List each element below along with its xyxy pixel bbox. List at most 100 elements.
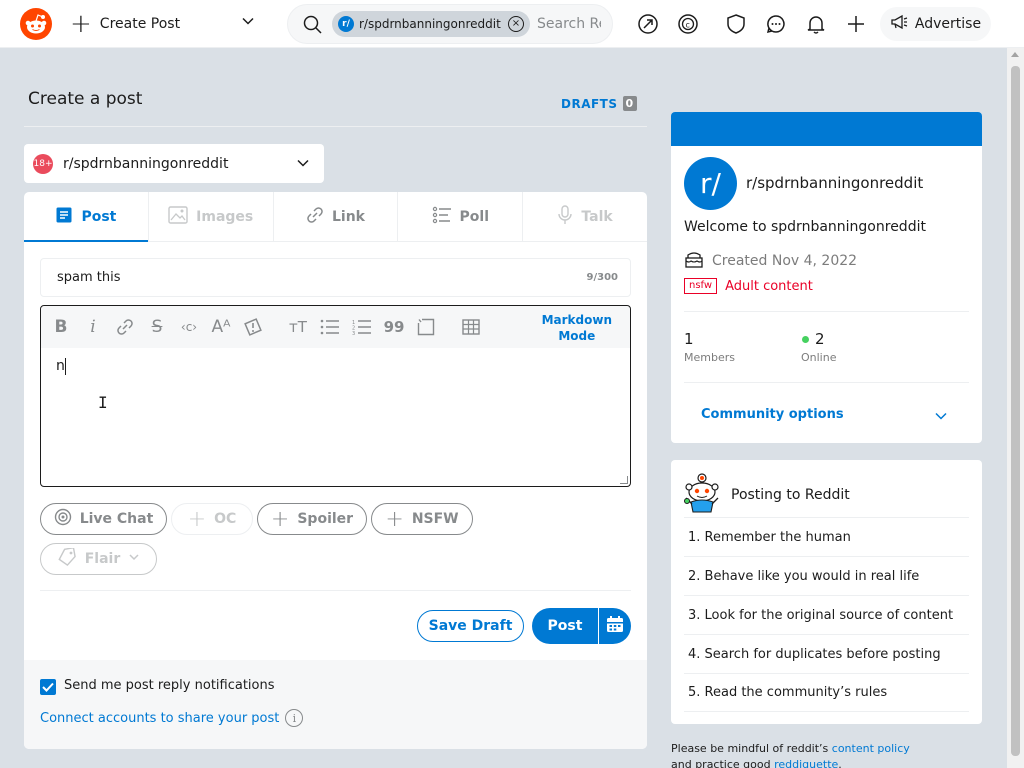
spoiler-icon[interactable]	[241, 316, 265, 338]
link-icon[interactable]	[113, 316, 137, 338]
community-banner	[671, 112, 982, 146]
chat-icon[interactable]	[764, 12, 788, 36]
nsfw-label: NSFW	[411, 511, 459, 527]
bulleted-list-icon[interactable]	[318, 316, 342, 338]
advertise-label: Advertise	[914, 16, 982, 32]
chevron-down-icon	[296, 156, 310, 174]
link-icon	[306, 206, 324, 228]
notification-bell-icon[interactable]	[804, 12, 828, 36]
tab-talk[interactable]: Talk	[523, 192, 647, 241]
community-welcome: Welcome to spdrnbanningonreddit	[684, 219, 926, 235]
live-chat-label: Live Chat	[79, 511, 154, 527]
divider	[684, 382, 969, 383]
post-title-value: spam this	[57, 270, 121, 285]
notifications-label: Send me post reply notifications	[64, 678, 275, 693]
search-bar[interactable]: r/ r/spdrnbanningonreddit × Search Reddi…	[287, 4, 613, 44]
adult-content-label: Adult content	[725, 278, 813, 294]
heading-icon[interactable]: ᴛT	[286, 316, 310, 338]
megaphone-icon	[890, 14, 908, 34]
tab-images-label: Images	[196, 208, 254, 225]
scroll-up-icon[interactable]	[1011, 52, 1019, 57]
online-count-value: 2	[815, 330, 825, 348]
community-name[interactable]: r/spdrnbanningonreddit	[746, 174, 923, 192]
table-icon[interactable]	[459, 316, 483, 338]
quote-block-icon[interactable]: 99	[382, 316, 406, 338]
cake-icon	[684, 250, 704, 272]
chevron-down-icon[interactable]	[241, 14, 255, 32]
scroll-thumb[interactable]	[1011, 66, 1020, 756]
policy-note-text: Please be mindful of reddit’s	[671, 742, 832, 755]
coins-icon[interactable]: c	[676, 12, 700, 36]
rule-item: 4. Search for duplicates before posting	[684, 634, 969, 673]
rule-item: 1. Remember the human	[684, 517, 969, 556]
plus-icon: +	[270, 506, 290, 532]
tab-poll[interactable]: Poll	[398, 192, 524, 241]
post-type-tabs: Post Images Link Poll Talk	[24, 192, 647, 242]
online-dot-icon	[802, 335, 809, 343]
community-options-toggle[interactable]: Community options	[701, 407, 844, 422]
search-community-chip[interactable]: r/ r/spdrnbanningonreddit ×	[332, 11, 530, 37]
resize-handle-icon[interactable]	[620, 476, 628, 484]
markdown-mode-button[interactable]: Markdown Mode	[542, 312, 612, 344]
adult-content-badge: nsfw Adult content	[684, 278, 813, 294]
chevron-down-icon[interactable]	[934, 408, 948, 427]
content-policy-note: Please be mindful of reddit’s content po…	[671, 741, 910, 768]
created-date: Created Nov 4, 2022	[712, 253, 858, 269]
post-composer-card: Post Images Link Poll Talk spam this 9/3…	[24, 192, 647, 749]
community-created: Created Nov 4, 2022	[684, 250, 857, 272]
strikethrough-icon[interactable]: S	[145, 316, 169, 338]
post-title-input[interactable]: spam this 9/300	[40, 258, 631, 297]
online-label: Online	[801, 351, 837, 364]
nsfw-button[interactable]: + NSFW	[371, 503, 473, 535]
divider	[40, 590, 631, 591]
oc-button[interactable]: + OC	[171, 503, 253, 535]
spoiler-button[interactable]: + Spoiler	[257, 503, 367, 535]
markdown-mode-line2: Mode	[558, 329, 596, 343]
popular-icon[interactable]	[636, 12, 660, 36]
policy-note-text-2: and practice good	[671, 758, 775, 768]
info-icon[interactable]: i	[285, 709, 304, 727]
notifications-checkbox[interactable]	[40, 679, 56, 695]
rule-item: 3. Look for the original source of conte…	[684, 595, 969, 634]
community-avatar[interactable]: r/	[684, 157, 737, 210]
drafts-button[interactable]: DRAFTS 0	[561, 96, 637, 111]
post-button-group: Post	[532, 608, 631, 644]
page-scrollbar[interactable]	[1007, 48, 1024, 768]
flair-button[interactable]: Flair	[40, 543, 157, 575]
code-block-icon[interactable]	[414, 316, 438, 338]
create-post-label: Create Post	[99, 16, 181, 32]
plus-icon: +	[70, 9, 92, 39]
community-selector[interactable]: 18+ r/spdrnbanningonreddit	[24, 144, 324, 183]
numbered-list-icon[interactable]: 123	[350, 316, 374, 338]
bold-icon[interactable]: B	[49, 316, 73, 338]
italic-icon[interactable]: i	[81, 316, 105, 338]
tab-link[interactable]: Link	[274, 192, 399, 241]
post-body-editor[interactable]: B i S ‹c› Aᴬ ᴛT 123 99 Markdown Mode n I	[40, 305, 631, 487]
reddiquette-link[interactable]: reddiquette	[774, 758, 838, 768]
create-plus-icon[interactable]	[844, 12, 868, 36]
create-post-menu[interactable]: + Create Post	[70, 0, 180, 48]
post-button[interactable]: Post	[532, 608, 598, 644]
chevron-down-icon	[128, 551, 140, 567]
superscript-icon[interactable]: Aᴬ	[209, 316, 233, 338]
live-chat-button[interactable]: Live Chat	[40, 503, 167, 535]
reddit-logo-icon[interactable]	[20, 8, 52, 40]
editor-toolbar: B i S ‹c› Aᴬ ᴛT 123 99 Markdown Mode	[41, 306, 630, 348]
advertise-button[interactable]: Advertise	[880, 7, 991, 41]
tab-images[interactable]: Images	[149, 192, 274, 241]
connect-accounts-link[interactable]: Connect accounts to share your post i	[40, 709, 304, 727]
schedule-post-button[interactable]	[599, 608, 631, 644]
poll-icon	[432, 206, 452, 228]
shield-icon[interactable]	[724, 12, 748, 36]
tab-post-label: Post	[81, 208, 117, 225]
save-draft-button[interactable]: Save Draft	[417, 610, 524, 642]
drafts-count: 0	[622, 96, 637, 111]
plus-icon: +	[187, 506, 207, 532]
clear-chip-icon[interactable]: ×	[508, 16, 524, 32]
content-policy-link[interactable]: content policy	[832, 742, 910, 755]
divider	[684, 311, 969, 312]
tab-post[interactable]: Post	[24, 192, 149, 242]
search-input[interactable]: Search Reddit	[537, 16, 601, 32]
inline-code-icon[interactable]: ‹c›	[177, 316, 201, 338]
connect-accounts-label: Connect accounts to share your post	[40, 710, 280, 726]
